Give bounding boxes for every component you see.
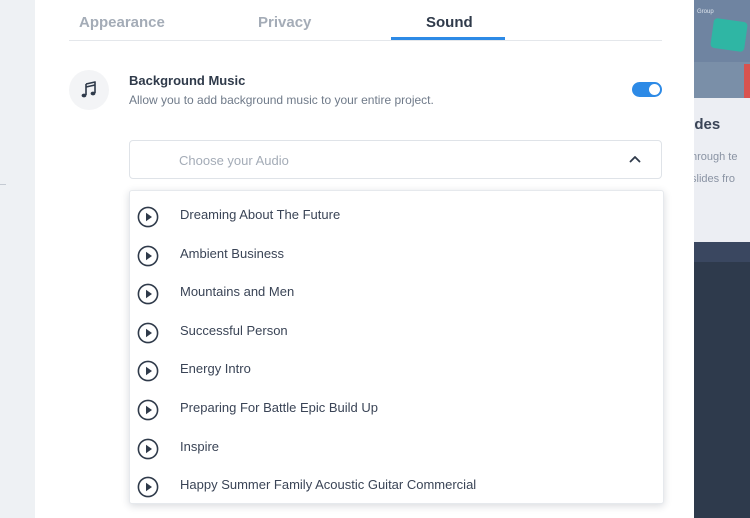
settings-modal: Appearance Privacy Sound Background Musi… [35, 0, 694, 518]
background-desc-line1: hrough te [694, 151, 738, 163]
audio-track-item[interactable]: Energy Intro [130, 349, 663, 388]
audio-track-label: Inspire [180, 438, 220, 454]
background-left-strip [0, 0, 35, 518]
active-tab-indicator [391, 37, 505, 40]
play-icon[interactable] [137, 283, 159, 305]
audio-track-label: Ambient Business [180, 245, 285, 261]
thumbnail-caption: Group [697, 9, 714, 15]
audio-track-item[interactable]: Mountains and Men [130, 272, 663, 311]
audio-track-label: Energy Intro [180, 361, 251, 377]
play-icon[interactable] [137, 399, 159, 421]
background-lower-panel [694, 242, 750, 518]
audio-track-item[interactable]: Preparing For Battle Epic Build Up [130, 388, 663, 427]
tab-privacy[interactable]: Privacy [258, 14, 311, 31]
audio-track-label: Dreaming About The Future [180, 207, 341, 222]
audio-track-label: Successful Person [180, 322, 288, 338]
tab-appearance[interactable]: Appearance [79, 14, 165, 31]
background-title: lides [694, 116, 721, 133]
audio-track-item[interactable]: Successful Person [130, 311, 663, 350]
thumbnail-shape [710, 17, 748, 53]
audio-track-item[interactable]: Happy Summer Family Acoustic Guitar Comm… [130, 465, 663, 504]
audio-track-item[interactable]: Ambient Business [130, 234, 663, 273]
audio-select-placeholder: Choose your Audio [179, 153, 289, 168]
background-music-description: Allow you to add background music to you… [129, 93, 434, 107]
audio-track-item[interactable]: Dreaming About The Future [130, 195, 663, 234]
chevron-up-icon [629, 156, 641, 163]
background-description: hrough te slides fro [694, 146, 737, 190]
play-icon[interactable] [137, 476, 159, 498]
settings-tabs: Appearance Privacy Sound [69, 0, 662, 41]
background-music-title: Background Music [129, 73, 246, 88]
play-icon[interactable] [137, 322, 159, 344]
background-stripe [694, 242, 750, 262]
toggle-knob [649, 84, 660, 95]
background-page: Group lides hrough te slides fro [694, 0, 750, 518]
audio-track-label: Preparing For Battle Epic Build Up [180, 400, 378, 415]
audio-track-label: Happy Summer Family Acoustic Guitar Comm… [180, 477, 477, 493]
background-desc-line2: slides fro [694, 173, 736, 185]
music-icon-container [69, 70, 109, 110]
tab-sound[interactable]: Sound [426, 14, 473, 31]
background-thumbnail: Group [694, 0, 750, 98]
play-icon[interactable] [137, 245, 159, 267]
play-icon[interactable] [137, 438, 159, 460]
play-icon[interactable] [137, 360, 159, 382]
play-icon[interactable] [137, 206, 159, 228]
background-divider [0, 184, 6, 185]
audio-dropdown-list: Dreaming About The Future Ambient Busines… [129, 190, 664, 504]
thumbnail-bar [744, 64, 750, 98]
music-note-icon [81, 81, 96, 98]
audio-select[interactable]: Choose your Audio [129, 140, 662, 179]
background-music-toggle[interactable] [632, 82, 662, 97]
audio-track-label: Mountains and Men [180, 284, 295, 300]
audio-track-item[interactable]: Inspire [130, 427, 663, 466]
